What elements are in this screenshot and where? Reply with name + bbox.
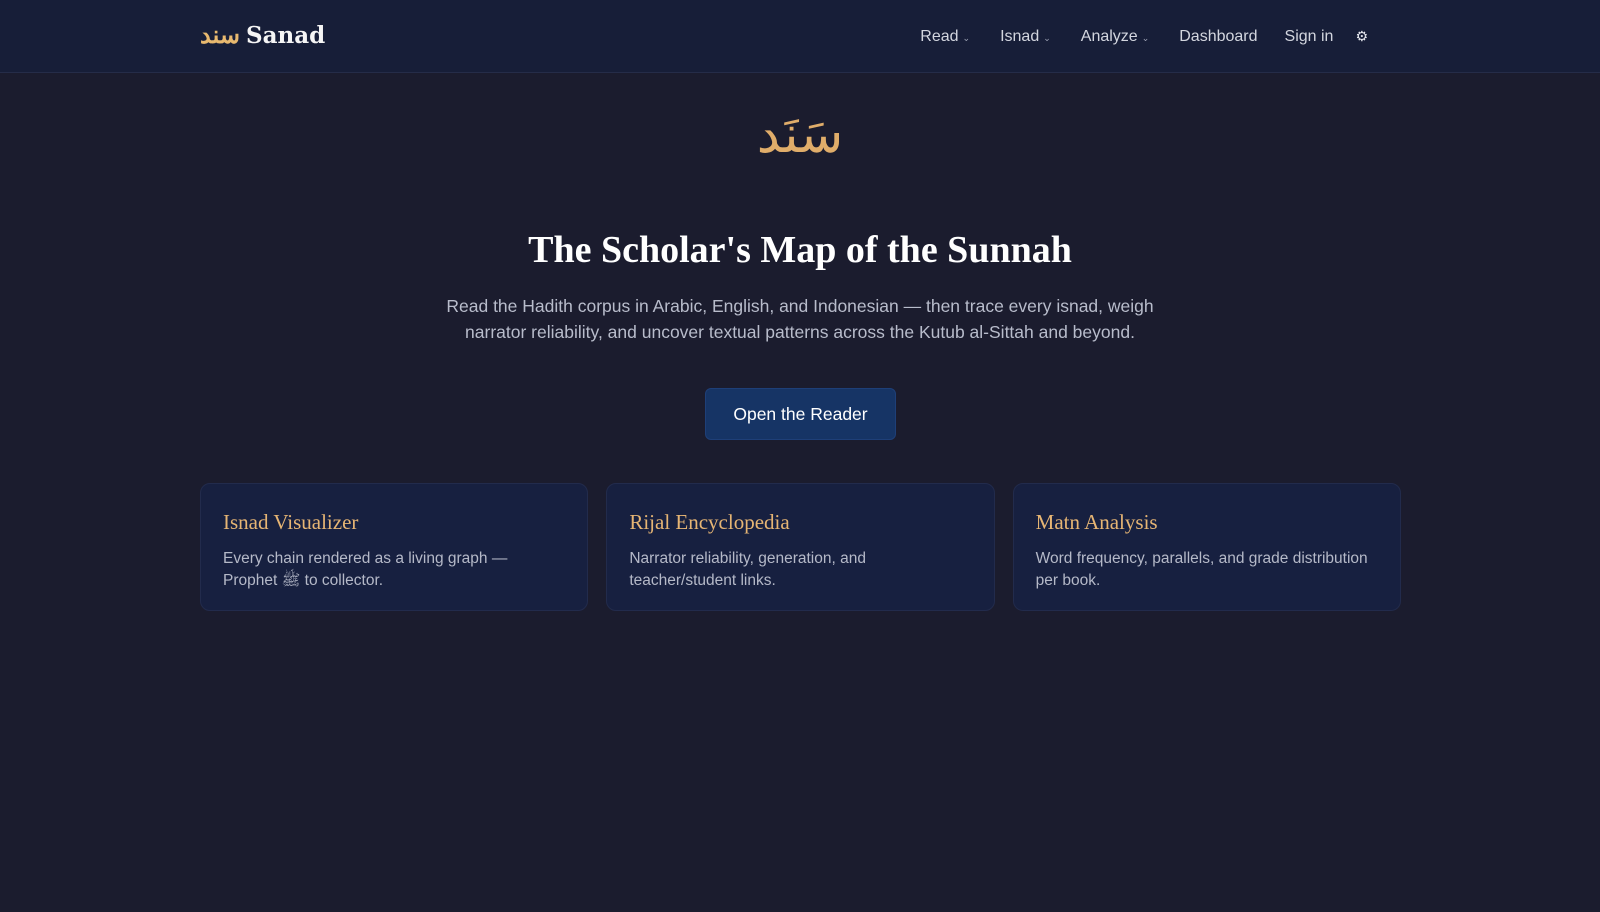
feature-card-description: Word frequency, parallels, and grade dis… bbox=[1035, 550, 1368, 589]
nav-read-label: Read bbox=[920, 27, 959, 45]
nav-analyze-dropdown[interactable]: Analyze ⌄ bbox=[1081, 28, 1149, 46]
open-reader-button[interactable]: Open the Reader bbox=[705, 388, 896, 440]
feature-card-title: Rijal Encyclopedia bbox=[629, 510, 790, 534]
page-title: The Scholar's Map of the Sunnah bbox=[528, 229, 1072, 271]
feature-card-isnad-visualizer[interactable]: Isnad Visualizer Every chain rendered as… bbox=[200, 483, 589, 611]
brand-arabic-wordmark: سند bbox=[200, 20, 240, 49]
chevron-down-icon: ⌄ bbox=[1141, 32, 1150, 43]
nav-analyze-label: Analyze bbox=[1080, 27, 1138, 45]
nav-dashboard-link[interactable]: Dashboard bbox=[1179, 28, 1257, 46]
main-nav: Read ⌄ Isnad ⌄ Analyze ⌄ Dashboard Sign … bbox=[920, 0, 1368, 73]
feature-card-description: Every chain rendered as a living graph —… bbox=[223, 550, 508, 589]
hero-arabic-logo: سَنَد bbox=[756, 105, 844, 165]
feature-card-title: Isnad Visualizer bbox=[223, 510, 359, 534]
feature-card-description: Narrator reliability, generation, and te… bbox=[629, 550, 866, 589]
top-navbar: سند Sanad Read ⌄ Isnad ⌄ Analyze ⌄ Dashb… bbox=[0, 0, 1600, 73]
nav-dashboard-label: Dashboard bbox=[1179, 27, 1258, 45]
nav-isnad-dropdown[interactable]: Isnad ⌄ bbox=[1000, 28, 1051, 46]
chevron-down-icon: ⌄ bbox=[962, 32, 971, 43]
nav-sign-in-link[interactable]: Sign in bbox=[1285, 28, 1334, 46]
nav-isnad-label: Isnad bbox=[1000, 27, 1040, 45]
feature-card-title: Matn Analysis bbox=[1035, 510, 1158, 534]
settings-gear-icon[interactable]: ⚙ bbox=[1355, 28, 1368, 45]
hero-description: Read the Hadith corpus in Arabic, Englis… bbox=[446, 296, 1154, 342]
feature-card-matn-analysis[interactable]: Matn Analysis Word frequency, parallels,… bbox=[1012, 483, 1401, 611]
nav-read-dropdown[interactable]: Read ⌄ bbox=[920, 28, 970, 46]
nav-sign-in-label: Sign in bbox=[1284, 27, 1334, 45]
chevron-down-icon: ⌄ bbox=[1043, 32, 1051, 43]
feature-card-rijal-encyclopedia[interactable]: Rijal Encyclopedia Narrator reliability,… bbox=[606, 483, 995, 611]
brand-name: Sanad bbox=[245, 22, 326, 49]
brand-logo-link[interactable]: سند Sanad bbox=[200, 20, 325, 49]
feature-cards: Isnad Visualizer Every chain rendered as… bbox=[200, 483, 1401, 611]
